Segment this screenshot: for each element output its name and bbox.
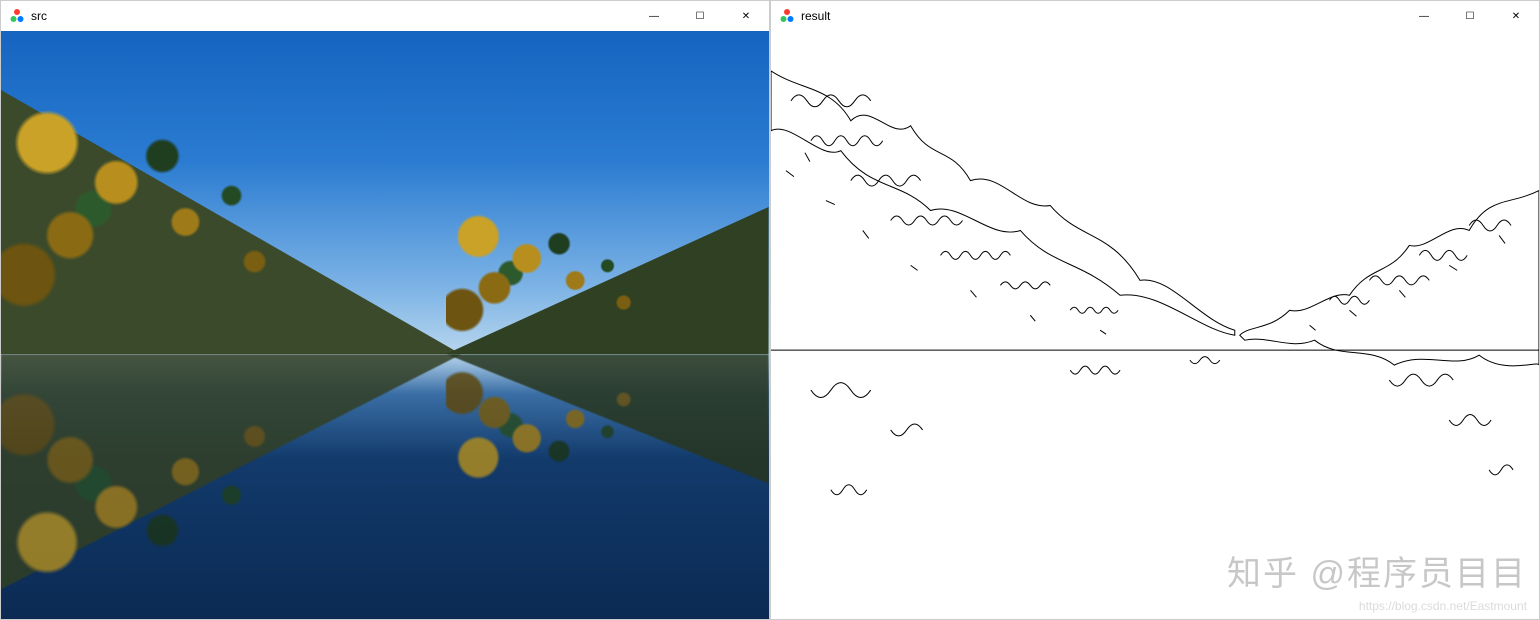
window-title-src: src (31, 9, 47, 23)
close-button[interactable]: ✕ (723, 1, 769, 31)
window-src: src — ☐ ✕ (0, 0, 770, 620)
minimize-button[interactable]: — (631, 1, 677, 31)
maximize-button[interactable]: ☐ (677, 1, 723, 31)
window-title-result: result (801, 9, 830, 23)
landscape-photo (1, 31, 769, 619)
window-controls-result: — ☐ ✕ (1401, 1, 1539, 31)
titlebar-result[interactable]: result — ☐ ✕ (771, 1, 1539, 31)
opencv-icon (779, 8, 795, 24)
window-result: result — ☐ ✕ (770, 0, 1540, 620)
titlebar-src[interactable]: src — ☐ ✕ (1, 1, 769, 31)
edge-detection-output (771, 31, 1539, 619)
close-button[interactable]: ✕ (1493, 1, 1539, 31)
opencv-icon (9, 8, 25, 24)
maximize-button[interactable]: ☐ (1447, 1, 1493, 31)
window-controls-src: — ☐ ✕ (631, 1, 769, 31)
minimize-button[interactable]: — (1401, 1, 1447, 31)
image-canvas-result: 知乎 @程序员目目 https://blog.csdn.net/Eastmoun… (771, 31, 1539, 619)
image-canvas-src (1, 31, 769, 619)
